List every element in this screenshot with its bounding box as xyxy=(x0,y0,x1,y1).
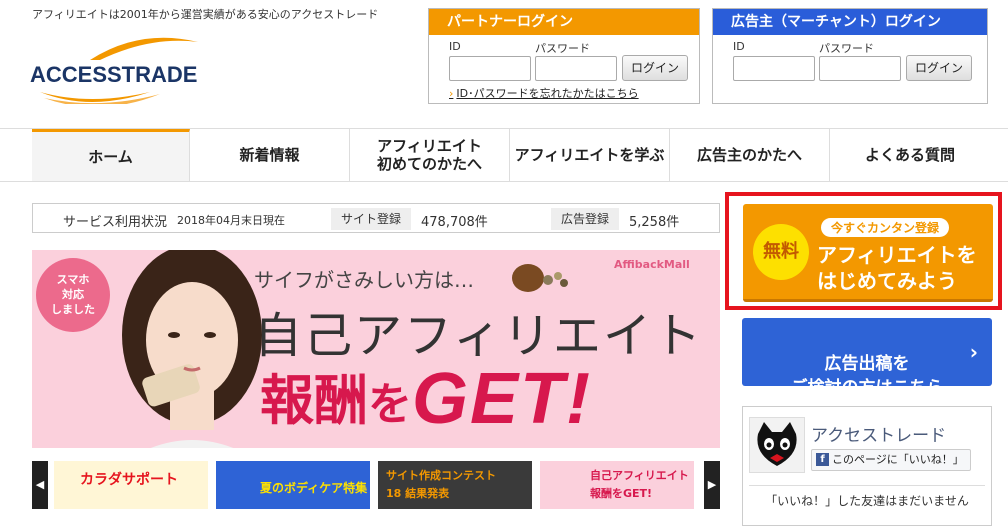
thumb-label: 自己アフィリエイト 報酬をGET! xyxy=(590,469,689,500)
ads-label: 広告登録 xyxy=(551,208,620,230)
advertiser-cta-text: 広告出稿を ご検討の方はこちら xyxy=(790,354,944,398)
logo-text: ACCESSTRADE xyxy=(30,62,198,87)
empty-wallet-icon xyxy=(512,264,568,292)
main-nav: ホーム 新着情報 アフィリエイト 初めてのかたへ アフィリエイトを学ぶ 広告主の… xyxy=(0,128,1008,182)
signup-cta-button[interactable]: 無料 今すぐカンタン登録 アフィリエイトを はじめてみよう xyxy=(743,204,993,302)
sites-label: サイト登録 xyxy=(331,208,412,230)
partner-password-label: パスワード xyxy=(535,42,590,55)
carousel-thumb[interactable]: 夏のボディケア特集 xyxy=(216,461,370,509)
nav-item-advertisers[interactable]: 広告主のかたへ xyxy=(670,129,830,181)
nav-item-beginners[interactable]: アフィリエイト 初めてのかたへ xyxy=(350,129,510,181)
carousel-thumb[interactable]: サイト作成コンテスト18 結果発表 xyxy=(378,461,532,509)
partner-id-label: ID xyxy=(449,40,461,53)
nav-item-home[interactable]: ホーム xyxy=(32,129,190,181)
facebook-like-label: このページに「いいね！」 xyxy=(832,453,964,466)
advertiser-password-label: パスワード xyxy=(819,42,874,55)
service-status-bar: サービス利用状況 2018年04月末日現在 サイト登録 478,708件 広告登… xyxy=(32,203,720,233)
status-title: サービス利用状況 xyxy=(63,215,168,230)
carousel-prev-button[interactable]: ◀ xyxy=(32,461,48,509)
free-badge: 無料 xyxy=(753,224,809,280)
facebook-friends-text: 「いいね！」した友達はまだいません xyxy=(749,485,985,515)
nav-item-label: よくある質問 xyxy=(864,146,955,164)
smartphone-badge: スマホ 対応 しました xyxy=(36,258,110,332)
thumb-label: カラダサポート xyxy=(80,472,178,488)
status-date: 2018年04月末日現在 xyxy=(177,214,285,227)
partner-password-input[interactable] xyxy=(535,56,617,81)
nav-item-label: アフィリエイトを学ぶ xyxy=(514,146,665,164)
hero-banner[interactable]: スマホ 対応 しました サイフがさみしい方は… AffibackMall 自己ア… xyxy=(32,250,720,448)
quick-signup-pill: 今すぐカンタン登録 xyxy=(821,218,950,237)
advertiser-login-button[interactable]: ログイン xyxy=(906,55,972,81)
nav-item-label: アフィリエイト 初めてのかたへ xyxy=(376,137,482,173)
advertiser-cta-button[interactable]: 広告出稿を ご検討の方はこちら › xyxy=(742,318,992,398)
carousel-next-button[interactable]: ▶ xyxy=(704,461,720,509)
accesstrade-logo[interactable]: ACCESSTRADE xyxy=(30,34,230,104)
advertiser-password-input[interactable] xyxy=(819,56,901,81)
partner-login-panel: パートナーログイン ID パスワード ログイン › ID･パスワードを忘れたかたは… xyxy=(428,8,700,104)
advertiser-login-title: 広告主（マーチャント）ログイン xyxy=(713,9,987,35)
advertiser-id-input[interactable] xyxy=(733,56,815,81)
hero-subtitle: サイフがさみしい方は… xyxy=(254,268,474,292)
advertiser-login-panel: 広告主（マーチャント）ログイン ID パスワード ログイン xyxy=(712,8,988,104)
hero-headline-particle: を xyxy=(368,379,412,430)
forgot-password-link[interactable]: › ID･パスワードを忘れたかたはこちら xyxy=(449,85,639,101)
carousel-thumb[interactable]: カラダサポート xyxy=(54,461,208,509)
affibackmall-logo: AffibackMall xyxy=(614,258,690,271)
ads-value: 5,258件 xyxy=(629,215,680,230)
thumb-label: サイト作成コンテスト18 結果発表 xyxy=(386,469,496,500)
sites-value: 478,708件 xyxy=(421,215,488,230)
hero-headline: 報酬をGET! xyxy=(260,354,592,439)
partner-login-title: パートナーログイン xyxy=(429,9,699,35)
site-tagline: アフィリエイトは2001年から運営実績がある安心のアクセストレード xyxy=(32,8,379,21)
nav-item-faq[interactable]: よくある質問 xyxy=(830,129,990,181)
facebook-page-name[interactable]: アクセストレード xyxy=(811,421,946,446)
facebook-icon: f xyxy=(816,453,829,466)
thumb-label: 夏のボディケア特集 xyxy=(260,481,368,495)
nav-item-learn[interactable]: アフィリエイトを学ぶ xyxy=(510,129,670,181)
carousel-thumb[interactable]: 自己アフィリエイト 報酬をGET! xyxy=(540,461,694,509)
signup-cta-text: アフィリエイトを はじめてみよう xyxy=(817,243,977,293)
cat-avatar-icon[interactable] xyxy=(749,417,805,473)
nav-item-news[interactable]: 新着情報 xyxy=(190,129,350,181)
hero-headline-get: GET! xyxy=(412,359,592,439)
nav-item-label: 新着情報 xyxy=(239,146,300,164)
hero-headline-reward: 報酬 xyxy=(260,369,368,432)
facebook-widget: アクセストレード f このページに「いいね！」 「いいね！」した友達はまだいませ… xyxy=(742,406,992,526)
nav-item-label: ホーム xyxy=(88,147,133,166)
chevron-right-icon: › xyxy=(449,87,454,100)
advertiser-id-label: ID xyxy=(733,40,745,53)
partner-id-input[interactable] xyxy=(449,56,531,81)
signup-cta-frame: 無料 今すぐカンタン登録 アフィリエイトを はじめてみよう xyxy=(725,192,1002,310)
forgot-password-text: ID･パスワードを忘れたかたはこちら xyxy=(456,87,639,100)
chevron-right-icon: › xyxy=(969,340,978,364)
facebook-like-button[interactable]: f このページに「いいね！」 xyxy=(811,449,971,471)
partner-login-button[interactable]: ログイン xyxy=(622,55,688,81)
nav-item-label: 広告主のかたへ xyxy=(696,146,802,164)
